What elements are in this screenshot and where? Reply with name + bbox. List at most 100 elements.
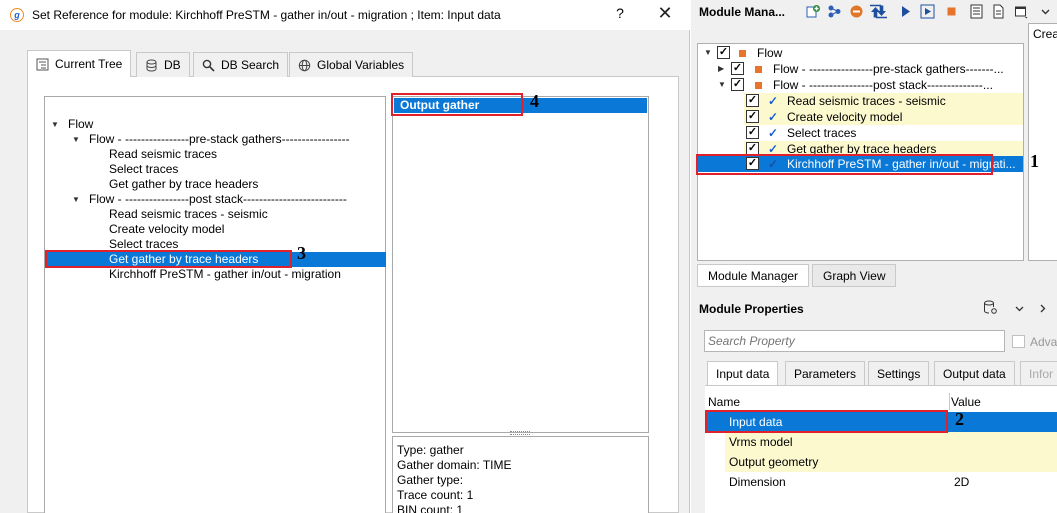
tree-item-flow-poststack[interactable]: ▼ Flow - ----------------post stack-----… [46,192,386,207]
property-row-dimension[interactable]: Dimension 2D [705,472,1057,492]
annotation-number-1: 1 [1030,151,1039,171]
mm-item-select-traces[interactable]: ✓ ✓ Select traces [744,125,1023,141]
module-properties-title: Module Properties [699,302,804,316]
mm-item-read-seismic[interactable]: ✓ ✓ Read seismic traces - seismic [744,93,1023,109]
current-tree-list[interactable]: ▼ Flow ▼ Flow - ----------------pre-stac… [44,96,386,513]
annotation-box-3 [45,250,292,268]
remove-icon[interactable] [849,4,864,19]
run-step-icon[interactable] [920,4,935,19]
help-button[interactable]: ? [612,5,628,21]
checkmark-icon: ✓ [768,126,779,140]
checkmark-icon: ✓ [768,94,779,108]
collapse-arrow-icon[interactable]: ▼ [51,117,59,132]
column-header-value[interactable]: Value [951,395,981,409]
annotation-number-3: 3 [297,243,306,263]
mm-item-create-velocity[interactable]: ✓ ✓ Create velocity model [744,109,1023,125]
tab-label: DB [164,58,181,72]
mm-item-flow[interactable]: ▼ ✓ Flow [698,45,1023,61]
mm-item-flow-poststack[interactable]: ▼ ✓ Flow - ----------------post stack---… [698,77,1023,93]
annotation-box-2 [705,410,948,433]
output-list[interactable]: Output gather [392,96,649,433]
close-button[interactable]: ✕ [656,3,674,24]
stop-icon[interactable] [944,4,959,19]
column-divider[interactable] [949,393,950,410]
more-chevron-icon[interactable] [1038,4,1053,19]
tab-current-tree[interactable]: Current Tree [27,50,132,77]
tab-db[interactable]: DB [136,52,190,77]
checkbox[interactable]: ✓ [717,46,730,59]
window-menu-icon[interactable] [1014,4,1029,19]
chevron-right-icon[interactable] [1035,301,1050,316]
advanced-label: Adva [1030,335,1057,349]
tab-db-search[interactable]: DB Search [193,52,289,77]
tree-icon [36,58,49,71]
add-icon[interactable] [806,4,821,19]
tree-item-read-seismic-traces[interactable]: Read seismic traces [46,147,386,162]
mm-item-flow-prestack[interactable]: ▶ ✓ Flow - ----------------pre-stack gat… [698,61,1023,77]
checkbox[interactable]: ✓ [746,110,759,123]
advanced-checkbox[interactable] [1012,335,1025,348]
tree-item-create-velocity-model[interactable]: Create velocity model [46,222,386,237]
checkmark-icon: ✓ [768,110,779,124]
module-manager-title: Module Mana... [699,5,786,19]
property-row-vrms-model[interactable]: Vrms model [725,432,1057,452]
info-gather-type: Gather type: [397,473,464,487]
annotation-box-4 [391,93,523,116]
g-logo-icon: g [10,8,24,22]
tree-item-get-gather[interactable]: Get gather by trace headers [46,177,386,192]
info-trace-count: Trace count: 1 [397,488,474,502]
checkbox[interactable]: ✓ [731,62,744,75]
tree-item-read-seismic-traces-seismic[interactable]: Read seismic traces - seismic [46,207,386,222]
tab-graph-view[interactable]: Graph View [812,264,897,287]
tab-label: DB Search [221,58,280,72]
database-icon [145,59,158,72]
annotation-number-4: 4 [530,91,539,111]
info-gather-domain: Gather domain: TIME [397,458,512,472]
splitter-handle[interactable] [510,431,530,435]
collapse-arrow-icon[interactable]: ▼ [718,77,726,93]
flow-square-icon [755,66,762,73]
tab-global-variables[interactable]: Global Variables [289,52,414,77]
dialog-titlebar: g Set Reference for module: Kirchhoff Pr… [0,0,690,30]
tree-item-flow[interactable]: ▼ Flow [46,117,386,132]
tree-item-kirchhoff-prestm[interactable]: Kirchhoff PreSTM - gather in/out - migra… [46,267,386,282]
search-icon [202,59,215,72]
expand-arrow-icon[interactable]: ▶ [718,61,724,77]
module-manager-tree[interactable]: ▼ ✓ Flow ▶ ✓ Flow - ----------------pre-… [697,43,1024,261]
tab-input-data[interactable]: Input data [707,361,779,386]
search-property-input[interactable] [704,330,1005,352]
add-flow-icon[interactable] [827,4,842,19]
collapse-arrow-icon[interactable]: ▼ [72,192,80,207]
collapse-arrow-icon[interactable]: ▼ [704,45,712,61]
create-label: Creat [1033,27,1057,41]
tab-module-manager[interactable]: Module Manager [697,264,810,287]
flow-square-icon [755,82,762,89]
dialog-title: Set Reference for module: Kirchhoff PreS… [32,8,501,22]
checkbox[interactable]: ✓ [746,94,759,107]
tab-information[interactable]: Infor [1020,361,1057,386]
checkbox[interactable]: ✓ [731,78,744,91]
tab-label: Global Variables [317,58,405,72]
chevron-down-icon[interactable] [1012,301,1027,316]
checkbox[interactable]: ✓ [746,126,759,139]
database-settings-icon[interactable] [983,300,998,315]
info-bin-count: BIN count: 1 [397,503,464,513]
collapse-arrow-icon[interactable]: ▼ [72,132,80,147]
flow-square-icon [739,50,746,57]
move-down-arrow-icon[interactable] [874,4,889,19]
column-header-name[interactable]: Name [708,395,740,409]
annotation-number-2: 2 [955,409,964,429]
globe-icon [298,59,311,72]
log-icon[interactable] [969,4,984,19]
tree-item-select-traces[interactable]: Select traces [46,162,386,177]
annotation-box-1 [696,154,993,175]
tree-item-flow-prestack[interactable]: ▼ Flow - ----------------pre-stack gathe… [46,132,386,147]
property-row-output-geometry[interactable]: Output geometry [725,452,1057,472]
tab-settings[interactable]: Settings [868,361,930,386]
create-panel: Creat [1028,23,1057,261]
info-type: Type: gather [397,443,464,457]
run-icon[interactable] [898,4,913,19]
tab-output-data[interactable]: Output data [934,361,1015,386]
tab-parameters[interactable]: Parameters [785,361,866,386]
document-icon[interactable] [991,4,1006,19]
